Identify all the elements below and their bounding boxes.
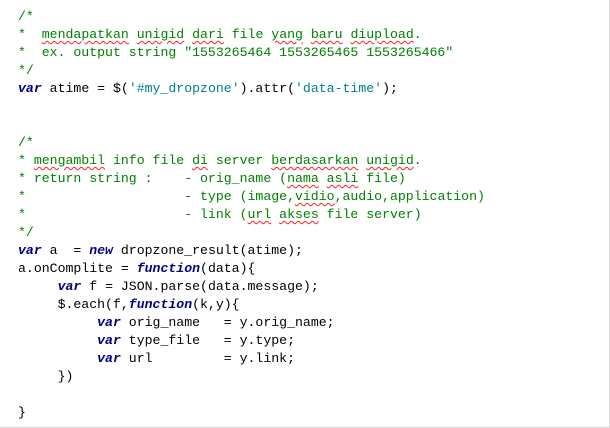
- code-comment-token: mendapatkan: [41, 27, 129, 42]
- code-comment-token: [184, 27, 192, 42]
- code-token: (k,y){: [192, 297, 240, 312]
- code-comment-token: url: [247, 207, 272, 222]
- code-keyword-token: var: [97, 315, 121, 330]
- code-token: orig_name = y.orig_name;: [120, 315, 335, 330]
- code-line: * return string : - orig_name (nama asli…: [18, 170, 485, 188]
- code-token: f = JSON.parse(data.message);: [81, 279, 319, 294]
- code-comment-token: file server): [318, 207, 422, 222]
- code-keyword-token: function: [136, 261, 201, 276]
- code-line: * mengambil info file di server berdasar…: [18, 152, 485, 170]
- code-comment-token: /*: [18, 9, 34, 24]
- code-keyword-token: function: [128, 297, 193, 312]
- code-line: * - type (image,vidio,audio,application): [18, 188, 485, 206]
- code-keyword-token: var: [97, 333, 121, 348]
- code-line: $.each(f,function(k,y){: [18, 296, 485, 314]
- code-keyword-token: var: [57, 279, 82, 294]
- code-line: var atime = $('#my_dropzone').attr('data…: [18, 80, 485, 98]
- code-token: );: [382, 81, 398, 96]
- code-comment-token: vidio: [294, 189, 335, 204]
- code-token: ).attr(: [239, 81, 296, 96]
- code-line: */: [18, 224, 485, 242]
- code-comment-token: [129, 27, 137, 42]
- code-comment-token: baru: [310, 27, 343, 42]
- code-editor[interactable]: /* * mendapatkan unigid dari file yang ba…: [0, 0, 610, 428]
- code-comment-token: *: [18, 153, 34, 168]
- code-line: }): [18, 368, 485, 386]
- code-comment-token: [271, 207, 279, 222]
- code-comment-token: dari: [192, 27, 224, 42]
- code-comment-token: di: [192, 153, 208, 168]
- code-comment-token: * return string : - orig_name (: [18, 171, 288, 186]
- code-comment-token: berdasarkan: [271, 153, 359, 168]
- code-comment-token: mengambil: [33, 153, 106, 168]
- code-comment-token: */: [18, 225, 34, 240]
- code-line: var url = y.link;: [18, 350, 485, 368]
- code-comment-token: akses: [279, 207, 319, 222]
- code-comment-token: server: [207, 153, 272, 168]
- code-token: dropzone_result(atime);: [112, 243, 303, 258]
- code-comment-token: unigid: [136, 27, 185, 42]
- code-comment-token: asli: [326, 171, 359, 186]
- code-keyword-token: var: [18, 81, 42, 96]
- code-token: a.onComplite =: [18, 261, 137, 276]
- code-token: url = y.link;: [120, 351, 295, 366]
- code-token: $.each(f,: [18, 297, 129, 312]
- code-keyword-token: var: [97, 351, 121, 366]
- code-string-token: '#my_dropzone': [128, 81, 240, 96]
- code-comment-token: * - type (image,: [18, 189, 295, 204]
- code-line: * mendapatkan unigid dari file yang baru…: [18, 26, 485, 44]
- code-keyword-token: new: [89, 243, 113, 258]
- code-comment-token: .: [413, 153, 422, 168]
- code-token: a =: [41, 243, 90, 258]
- code-comment-token: nama: [287, 171, 319, 186]
- code-comment-token: /*: [18, 135, 34, 150]
- code-block: /* * mendapatkan unigid dari file yang ba…: [18, 8, 485, 422]
- code-line: }: [18, 404, 485, 422]
- code-string-token: 'data-time': [295, 81, 383, 96]
- code-line: * ex. output string "1553265464 15532654…: [18, 44, 485, 62]
- code-comment-token: ,audio,application): [334, 189, 485, 204]
- code-comment-token: */: [18, 63, 34, 78]
- code-token: atime = $(: [41, 81, 129, 96]
- code-comment-token: [303, 27, 311, 42]
- code-line: */: [18, 62, 485, 80]
- code-line: * - link (url akses file server): [18, 206, 485, 224]
- code-line: var a = new dropzone_result(atime);: [18, 242, 485, 260]
- code-comment-token: .: [413, 27, 422, 42]
- code-comment-token: file): [358, 171, 406, 186]
- code-line: var orig_name = y.orig_name;: [18, 314, 485, 332]
- code-token: type_file = y.type;: [120, 333, 295, 348]
- code-comment-token: info file: [105, 153, 193, 168]
- code-comment-token: * - link (: [18, 207, 248, 222]
- code-line: /*: [18, 134, 485, 152]
- code-line: /*: [18, 8, 485, 26]
- code-comment-token: yang: [271, 27, 303, 42]
- code-line: var type_file = y.type;: [18, 332, 485, 350]
- code-token: }): [18, 369, 74, 384]
- code-comment-token: diupload: [350, 27, 414, 42]
- code-comment-token: unigid: [366, 153, 414, 168]
- code-line: var f = JSON.parse(data.message);: [18, 278, 485, 296]
- code-line: a.onComplite = function(data){: [18, 260, 485, 278]
- code-comment-token: *: [18, 27, 42, 42]
- code-token: }: [18, 405, 26, 420]
- code-comment-token: * ex. output string "1553265464 15532654…: [18, 45, 454, 60]
- code-comment-token: file: [223, 27, 272, 42]
- code-comment-token: [319, 171, 327, 186]
- code-token: (data){: [200, 261, 256, 276]
- code-keyword-token: var: [18, 243, 42, 258]
